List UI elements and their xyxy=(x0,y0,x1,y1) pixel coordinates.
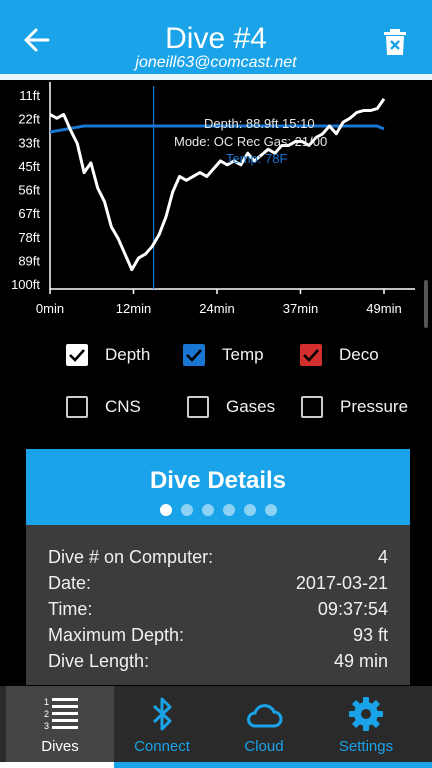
list-numbered-icon: 1 2 3 xyxy=(44,697,78,731)
checkbox-box[interactable] xyxy=(300,344,322,366)
y-tick-label: 11ft xyxy=(19,88,40,103)
page-dot-1[interactable] xyxy=(159,504,172,516)
detail-row: Time: 09:37:54 xyxy=(48,599,388,620)
x-tick-label: 37min xyxy=(283,301,318,316)
page-dot-3[interactable] xyxy=(201,504,214,516)
y-tick-label: 22ft xyxy=(18,112,40,127)
page-dot-5[interactable] xyxy=(243,504,256,516)
nav-settings[interactable]: Settings xyxy=(312,686,420,762)
page-dot-4[interactable] xyxy=(222,504,235,516)
x-tick-label: 24min xyxy=(199,301,234,316)
depth-checkbox[interactable]: Depth xyxy=(66,344,150,366)
detail-label: Maximum Depth: xyxy=(48,625,185,645)
gases-checkbox[interactable]: Gases xyxy=(187,396,275,418)
detail-row: Date: 2017-03-21 xyxy=(48,573,388,594)
detail-row: Maximum Depth: 93 ft xyxy=(48,625,388,646)
y-tick-label: 100ft xyxy=(11,277,40,292)
checkbox-box[interactable] xyxy=(183,344,205,366)
header-divider xyxy=(0,74,432,80)
detail-value: 09:37:54 xyxy=(317,599,388,619)
depth-label: Depth xyxy=(105,345,151,364)
page-dot-6[interactable] xyxy=(264,504,277,516)
dive-details-body[interactable]: Dive # on Computer: 4 Date: 2017-03-21 T… xyxy=(26,525,410,685)
scroll-indicator[interactable] xyxy=(424,280,428,328)
account-email: joneill63@comcast.net xyxy=(135,54,297,71)
y-tick-label: 33ft xyxy=(18,135,40,150)
pressure-checkbox[interactable]: Pressure xyxy=(301,396,408,418)
check-icon xyxy=(303,349,319,362)
y-tick-label: 78ft xyxy=(18,230,40,245)
nav-progress-bar xyxy=(0,762,432,768)
temp-checkbox[interactable]: Temp xyxy=(183,344,264,366)
deco-checkbox[interactable]: Deco xyxy=(300,344,379,366)
dive-details-title: Dive Details xyxy=(149,467,287,494)
tooltip-line-2: Mode: OC Rec Gas: 21/00 xyxy=(174,134,327,149)
nav-connect[interactable]: Connect xyxy=(108,686,216,762)
svg-text:3: 3 xyxy=(44,721,49,731)
nav-dives[interactable]: 1 2 3 Dives xyxy=(6,686,114,762)
checkbox-box[interactable] xyxy=(66,396,88,418)
x-tick-label: 12min xyxy=(116,301,151,316)
page-indicator xyxy=(26,504,410,516)
detail-label: Date: xyxy=(48,573,92,593)
nav-cloud-label: Cloud xyxy=(244,738,284,755)
bluetooth-icon xyxy=(152,697,172,731)
nav-dives-label: Dives xyxy=(41,738,79,755)
detail-label: Time: xyxy=(48,599,93,619)
page-title: Dive #4 xyxy=(165,22,267,55)
checkbox-box[interactable] xyxy=(66,344,88,366)
gases-label: Gases xyxy=(226,397,276,416)
temp-label: Temp xyxy=(222,345,264,364)
y-tick-label: 45ft xyxy=(18,159,40,174)
y-tick-label: 56ft xyxy=(18,183,40,198)
nav-cloud[interactable]: Cloud xyxy=(210,686,318,762)
pressure-label: Pressure xyxy=(340,397,409,416)
check-icon xyxy=(186,349,202,362)
checkbox-box[interactable] xyxy=(187,396,209,418)
cloud-icon xyxy=(247,704,283,728)
detail-value: 2017-03-21 xyxy=(295,573,388,593)
detail-row: Dive Length: 49 min xyxy=(48,651,388,672)
delete-icon[interactable] xyxy=(384,29,406,55)
cns-checkbox[interactable]: CNS xyxy=(66,396,141,418)
nav-settings-label: Settings xyxy=(338,738,394,755)
nav-progress-segment xyxy=(114,762,432,768)
detail-value: 49 min xyxy=(333,651,388,671)
detail-value: 4 xyxy=(377,547,388,567)
tooltip-line-3: Temp: 78F xyxy=(226,151,287,166)
cns-label: CNS xyxy=(105,397,141,416)
svg-text:2: 2 xyxy=(44,709,49,719)
detail-value: 93 ft xyxy=(352,625,388,645)
check-icon xyxy=(69,349,85,362)
svg-text:1: 1 xyxy=(44,697,49,707)
x-tick-label: 0min xyxy=(36,301,64,316)
dive-details-header: Dive Details xyxy=(26,449,410,525)
deco-label: Deco xyxy=(339,345,379,364)
bottom-nav: 1 2 3 Dives Connect Cloud Settings xyxy=(0,686,432,768)
gear-icon xyxy=(349,697,383,731)
nav-connect-label: Connect xyxy=(134,738,190,755)
detail-label: Dive # on Computer: xyxy=(48,547,214,567)
app-header: Dive #4 joneill63@comcast.net xyxy=(0,0,432,74)
page-dot-2[interactable] xyxy=(180,504,193,516)
checkbox-box[interactable] xyxy=(301,396,323,418)
x-tick-label: 49min xyxy=(366,301,401,316)
detail-row: Dive # on Computer: 4 xyxy=(48,547,388,568)
tooltip-line-1: Depth: 88.9ft 15:10 xyxy=(204,116,315,131)
detail-label: Dive Length: xyxy=(48,651,150,671)
y-tick-label: 89ft xyxy=(18,253,40,268)
y-tick-label: 67ft xyxy=(18,206,40,221)
dive-profile-chart[interactable]: 11ft 22ft 33ft 45ft 56ft 67ft 78ft 89ft 100ft 0m… xyxy=(0,82,432,322)
